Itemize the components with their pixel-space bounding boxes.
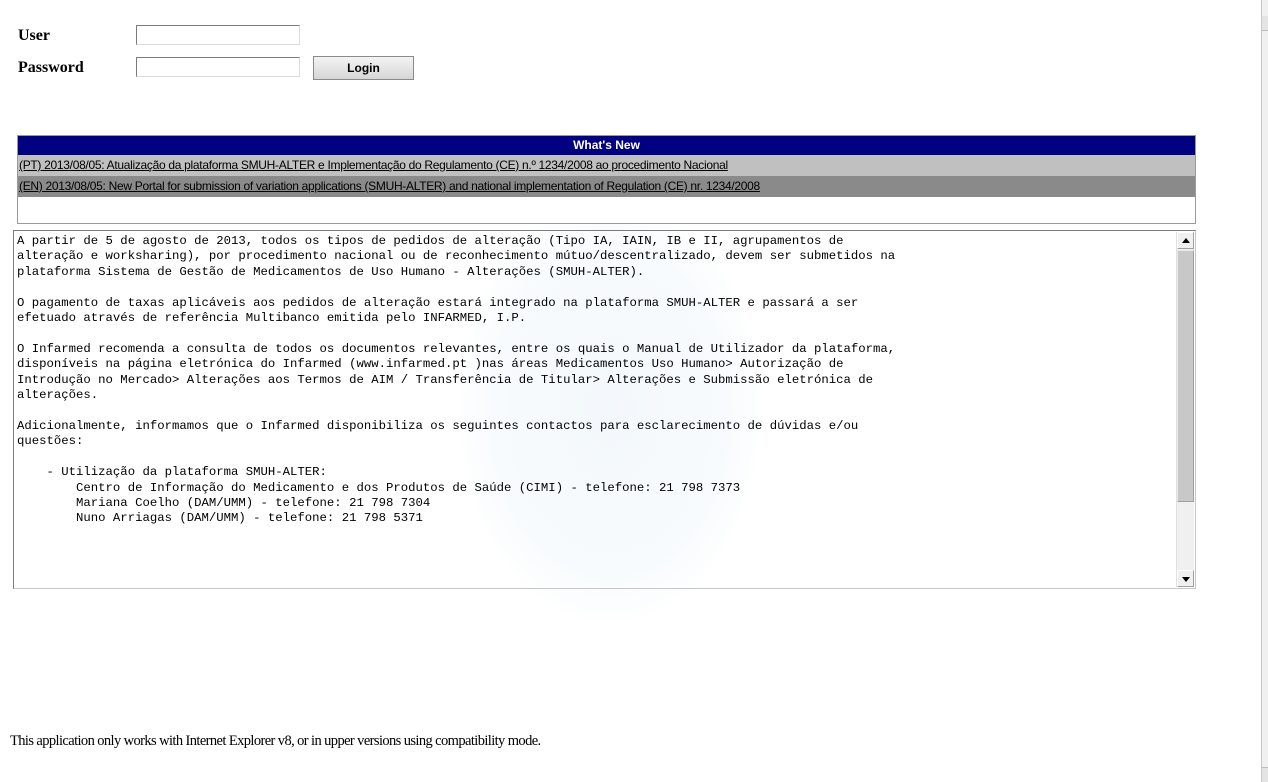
- textbox-scrollbar[interactable]: [1176, 232, 1194, 587]
- news-details-text: A partir de 5 de agosto de 2013, todos o…: [17, 234, 896, 526]
- scrollbar-thumb[interactable]: [1177, 250, 1194, 502]
- login-button[interactable]: Login: [313, 56, 414, 80]
- news-details-textbox[interactable]: A partir de 5 de agosto de 2013, todos o…: [13, 230, 1196, 589]
- user-label: User: [18, 27, 50, 44]
- page: User Password Login What's New (PT) 2013…: [0, 0, 1262, 782]
- password-input[interactable]: [136, 57, 300, 77]
- password-label: Password: [18, 59, 84, 76]
- news-row-pt: (PT) 2013/08/05: Atualização da platafor…: [18, 155, 1195, 176]
- page-scroll-up-arrow-icon[interactable]: [1262, 16, 1268, 31]
- scroll-down-arrow-icon[interactable]: [1177, 570, 1194, 587]
- page-scrollbar[interactable]: [1261, 0, 1268, 782]
- news-row-en: (EN) 2013/08/05: New Portal for submissi…: [18, 176, 1195, 197]
- scroll-up-arrow-icon[interactable]: [1177, 232, 1194, 249]
- news-link-pt[interactable]: (PT) 2013/08/05: Atualização da platafor…: [19, 158, 728, 172]
- news-link-en[interactable]: (EN) 2013/08/05: New Portal for submissi…: [19, 179, 760, 193]
- page-scroll-down-arrow-icon[interactable]: [1262, 767, 1268, 782]
- browser-compatibility-note: This application only works with Interne…: [10, 733, 541, 749]
- user-input[interactable]: [136, 25, 300, 45]
- whats-new-table: What's New (PT) 2013/08/05: Atualização …: [17, 135, 1196, 224]
- whats-new-header: What's New: [18, 136, 1195, 155]
